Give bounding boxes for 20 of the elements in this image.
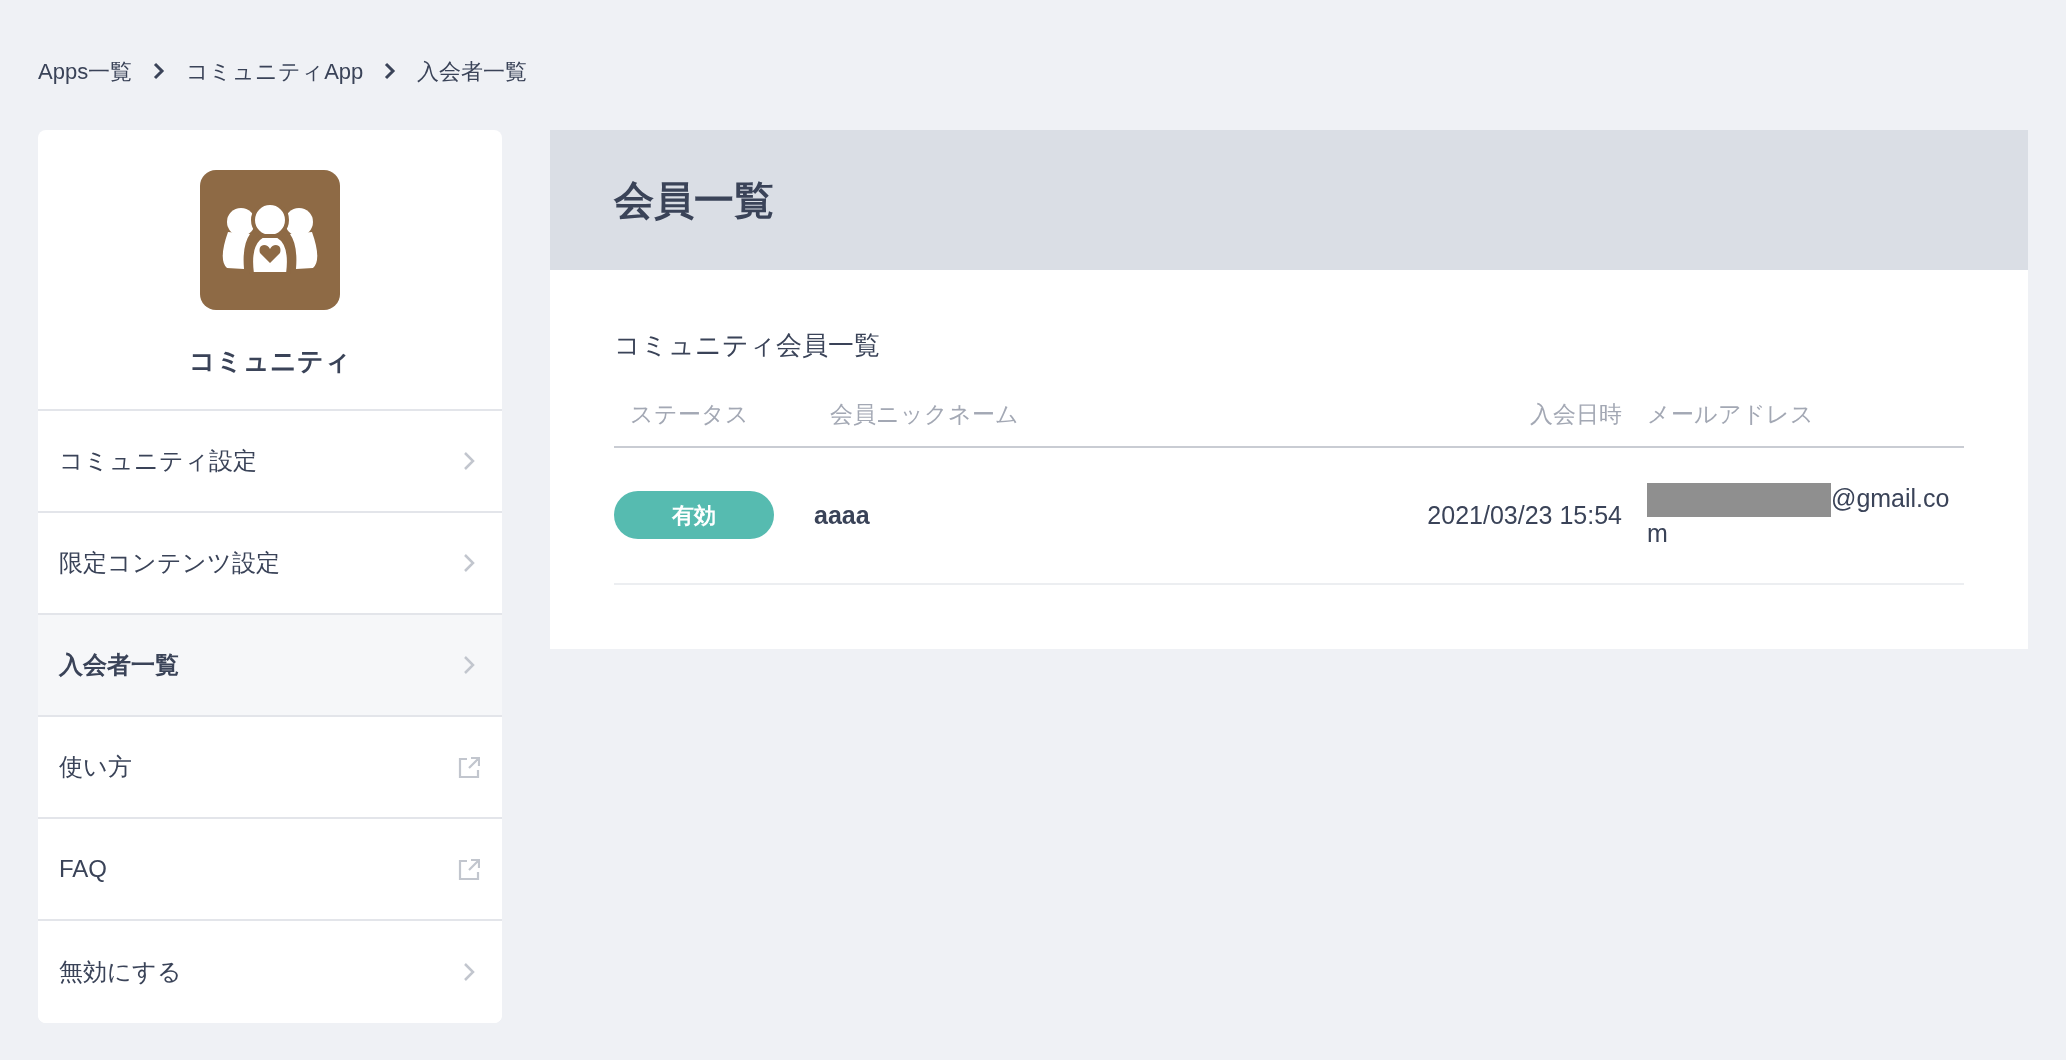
chevron-icon <box>152 61 167 81</box>
column-header: メールアドレス <box>1622 383 1964 448</box>
external-link-icon <box>458 754 480 780</box>
table-cell: @gmail.com <box>1647 483 1950 547</box>
breadcrumb-link[interactable]: コミュニティApp <box>186 54 364 88</box>
column-header: ステータス <box>614 383 814 448</box>
breadcrumb-current: 入会者一覧 <box>417 57 528 86</box>
table-cell-text: aaaa <box>814 499 870 531</box>
app-name: コミュニティ <box>189 345 351 378</box>
breadcrumb-link[interactable]: Apps一覧 <box>38 54 133 88</box>
status-badge: 有効 <box>614 491 774 540</box>
section-title: コミュニティ会員一覧 <box>614 329 881 362</box>
column-header: 入会日時 <box>1402 383 1622 448</box>
external-link-icon <box>458 856 480 882</box>
sidebar-item[interactable]: 入会者一覧 <box>38 615 502 717</box>
column-header: 会員ニックネーム <box>814 383 1403 448</box>
chevron-icon <box>383 61 398 81</box>
table-cell-text: 2021/03/23 15:54 <box>1427 499 1622 531</box>
community-app-icon <box>200 170 340 310</box>
page-title: 会員一覧 <box>614 177 774 224</box>
